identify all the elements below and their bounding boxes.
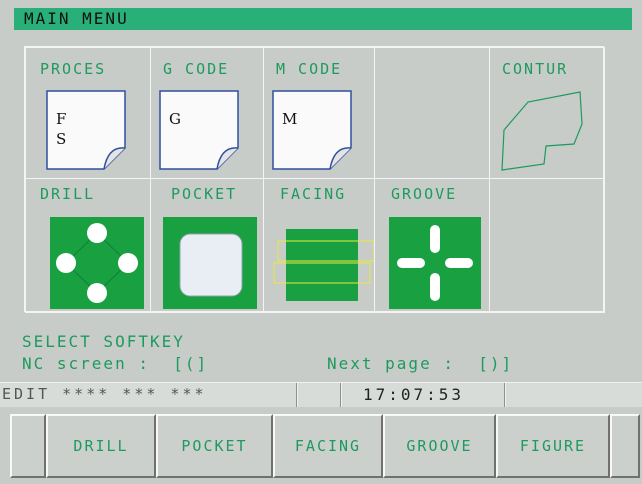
softkey-left-arrow[interactable]	[10, 414, 46, 478]
tile-contur-label: CONTUR	[502, 60, 569, 78]
doc-text-f: F	[56, 110, 67, 128]
status-divider	[296, 383, 298, 407]
tile-facing[interactable]: FACING	[263, 178, 375, 313]
tile-groove[interactable]: GROOVE	[374, 178, 490, 313]
tile-proces[interactable]: PROCES F S	[25, 47, 151, 179]
tile-pocket[interactable]: POCKET	[150, 178, 264, 313]
softkey-bar: DRILL POCKET FACING GROOVE FIGURE	[0, 407, 642, 484]
tile-proces-label: PROCES	[40, 60, 107, 78]
tile-drill-label: DRILL	[40, 185, 96, 203]
facing-icon	[273, 229, 375, 301]
tile-empty-1	[374, 47, 490, 179]
doc-text-m: M	[282, 110, 298, 128]
status-divider	[504, 383, 506, 407]
status-divider	[340, 383, 342, 407]
doc-text-s: S	[56, 130, 67, 148]
screen-title: MAIN MENU	[24, 9, 129, 28]
tile-drill[interactable]: DRILL	[25, 178, 151, 313]
softkey-groove[interactable]: GROOVE	[383, 414, 496, 478]
tile-gcode[interactable]: G CODE G	[150, 47, 264, 179]
pocket-icon	[163, 217, 257, 309]
title-bar: MAIN MENU	[14, 8, 632, 30]
status-bar: EDIT **** *** *** 17:07:53	[0, 382, 642, 408]
tile-mcode-label: M CODE	[276, 60, 343, 78]
doc-text-g: G	[169, 110, 181, 128]
nc-screen-hint: NC screen : [(]	[22, 354, 209, 373]
cnc-screen: MAIN MENU PROCES F S G CODE G M CODE M C…	[0, 0, 642, 484]
tile-gcode-label: G CODE	[163, 60, 230, 78]
tile-mcode[interactable]: M CODE M	[263, 47, 375, 179]
softkey-drill[interactable]: DRILL	[46, 414, 156, 478]
menu-grid: PROCES F S G CODE G M CODE M CONTUR DRIL…	[24, 46, 605, 313]
mode-indicator: EDIT **** *** ***	[2, 385, 207, 403]
select-softkey-message: SELECT SOFTKEY	[22, 332, 185, 351]
drill-icon	[50, 217, 144, 309]
tile-contur[interactable]: CONTUR	[489, 47, 605, 179]
clock: 17:07:53	[363, 385, 465, 404]
softkey-figure[interactable]: FIGURE	[496, 414, 610, 478]
tile-pocket-label: POCKET	[171, 185, 238, 203]
tile-facing-label: FACING	[280, 185, 347, 203]
contour-icon	[501, 91, 583, 171]
document-icon: F S	[46, 90, 126, 170]
groove-icon	[389, 217, 481, 309]
tile-groove-label: GROOVE	[391, 185, 458, 203]
softkey-facing[interactable]: FACING	[273, 414, 383, 478]
softkey-right-arrow[interactable]	[610, 414, 640, 478]
next-page-hint: Next page : [)]	[327, 354, 514, 373]
tile-empty-2	[489, 178, 605, 313]
document-icon: G	[159, 90, 239, 170]
document-icon: M	[272, 90, 352, 170]
softkey-pocket[interactable]: POCKET	[156, 414, 273, 478]
